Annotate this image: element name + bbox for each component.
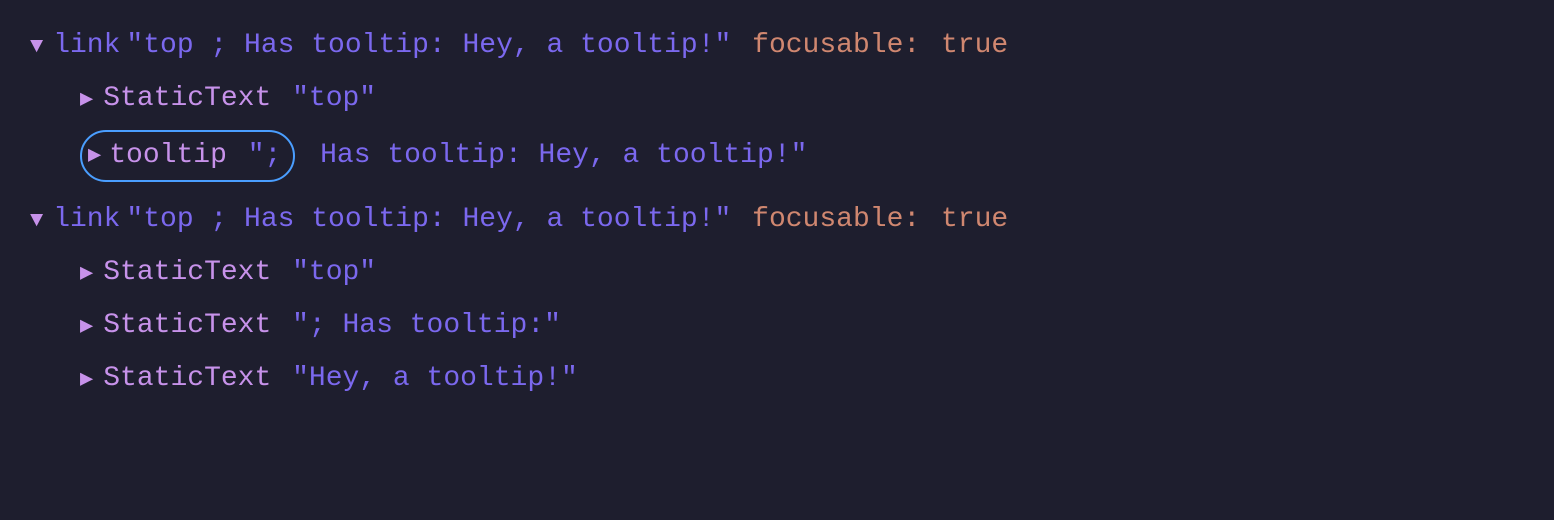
tree-row-7[interactable]: ▶ StaticText "Hey, a tooltip!" [30, 353, 1524, 406]
tooltip-circled: ▶ tooltip "; [80, 130, 295, 183]
node-type-statictext-3: StaticText [103, 304, 271, 349]
node-label-5: "top" [292, 251, 376, 296]
accessibility-tree: ▼ link "top ; Has tooltip: Hey, a toolti… [30, 20, 1524, 406]
tree-row-5[interactable]: ▶ StaticText "top" [30, 247, 1524, 300]
property-focusable-1: focusable: [752, 24, 920, 69]
tree-row-3[interactable]: ▶ tooltip "; Has tooltip: Hey, a tooltip… [30, 126, 1524, 187]
tree-row-2[interactable]: ▶ StaticText "top" [30, 73, 1524, 126]
tree-row-6[interactable]: ▶ StaticText "; Has tooltip:" [30, 300, 1524, 353]
node-type-link-1: link [53, 24, 120, 69]
collapse-icon-1[interactable]: ▼ [30, 29, 43, 64]
tree-row-1[interactable]: ▼ link "top ; Has tooltip: Hey, a toolti… [30, 20, 1524, 73]
property-value-2: true [941, 198, 1008, 243]
node-type-tooltip: tooltip [109, 134, 227, 179]
node-type-statictext-4: StaticText [103, 357, 271, 402]
node-type-statictext-2: StaticText [103, 251, 271, 296]
expand-icon-2[interactable]: ▶ [80, 82, 93, 117]
node-label-1: "top ; Has tooltip: Hey, a tooltip!" [126, 24, 731, 69]
node-label-7: "Hey, a tooltip!" [292, 357, 578, 402]
node-label-3a: "; [248, 134, 282, 179]
node-label-6: "; Has tooltip:" [292, 304, 561, 349]
expand-icon-3[interactable]: ▶ [88, 138, 101, 173]
expand-icon-5[interactable]: ▶ [80, 256, 93, 291]
collapse-icon-2[interactable]: ▼ [30, 203, 43, 238]
node-label-3b: Has tooltip: Hey, a tooltip!" [320, 134, 807, 179]
node-label-4: "top ; Has tooltip: Hey, a tooltip!" [126, 198, 731, 243]
property-value-1: true [941, 24, 1008, 69]
node-type-link-2: link [53, 198, 120, 243]
node-type-statictext-1: StaticText [103, 77, 271, 122]
tree-row-4[interactable]: ▼ link "top ; Has tooltip: Hey, a toolti… [30, 194, 1524, 247]
node-label-2: "top" [292, 77, 376, 122]
expand-icon-7[interactable]: ▶ [80, 362, 93, 397]
property-focusable-2: focusable: [752, 198, 920, 243]
expand-icon-6[interactable]: ▶ [80, 309, 93, 344]
